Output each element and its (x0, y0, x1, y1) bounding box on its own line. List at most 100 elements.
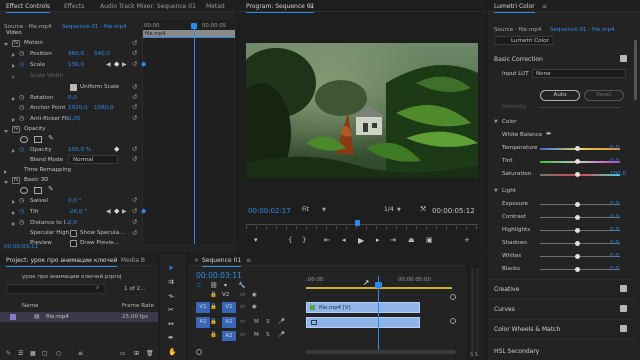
tint-knob[interactable] (575, 159, 580, 164)
tint-slider[interactable] (540, 161, 620, 163)
whites-value[interactable]: 0,0 (610, 253, 619, 259)
track-v2-label[interactable]: V2 (222, 292, 229, 298)
fx-badge-icon[interactable]: fx (12, 40, 20, 47)
opacity-value-expand-icon[interactable] (12, 149, 15, 153)
program-timecode[interactable]: 00:00:02:17 (248, 207, 291, 215)
pen-mask-icon[interactable]: ✎ (48, 185, 54, 193)
track-a1-label[interactable]: A1 (222, 317, 236, 328)
track-select-icon[interactable]: ⇉ (168, 278, 174, 286)
list-view-icon[interactable]: ☰ (18, 350, 23, 357)
lumetri-scrollbar[interactable] (634, 40, 637, 100)
reset-specular-icon[interactable]: ↺ (132, 229, 137, 237)
wrench-icon[interactable]: ⚒ (420, 205, 426, 213)
reset-tilt-icon[interactable]: ↺ (132, 207, 137, 215)
saturation-value[interactable]: 100,0 (610, 171, 626, 177)
saturation-knob[interactable] (575, 172, 580, 177)
time-remap-expand-icon[interactable] (4, 170, 7, 174)
ellipse-mask-icon[interactable] (20, 136, 28, 143)
blacks-slider[interactable] (540, 269, 620, 270)
stopwatch-icon[interactable]: ◷ (19, 197, 24, 204)
antiflicker-expand-icon[interactable] (12, 118, 15, 122)
opacity-expand-icon[interactable] (4, 130, 8, 133)
stopwatch-icon[interactable]: ◷ (19, 104, 24, 111)
temperature-knob[interactable] (575, 146, 580, 151)
lumetri-sequence-label[interactable]: Sequence 01 · file.mp4 (550, 27, 615, 33)
go-to-out-icon[interactable]: ⇥ (390, 236, 396, 244)
timeline-timecode[interactable]: 00:00:03:11 (196, 271, 242, 280)
program-scrub-bar[interactable] (246, 220, 478, 230)
reset-blend-icon[interactable]: ↺ (132, 155, 137, 163)
solo-icon[interactable]: S (266, 319, 270, 325)
col-fps-header[interactable]: Frame Rate (122, 303, 154, 309)
next-keyframe-icon[interactable]: ▶ (122, 208, 127, 215)
project-search-input[interactable] (6, 284, 106, 294)
ellipse-mask-icon[interactable] (20, 187, 28, 194)
stopwatch-icon[interactable]: ◷ (19, 115, 24, 122)
tab-program[interactable]: Program: Sequence 01 (246, 3, 315, 13)
eyedropper-icon[interactable]: ✒ (546, 130, 552, 138)
linked-selection-icon[interactable]: ⛓ (210, 282, 218, 289)
basic-correction-toggle[interactable] (620, 55, 627, 62)
swivel-value[interactable]: 0,0 ° (68, 198, 81, 207)
creative-toggle[interactable] (620, 285, 627, 292)
fit-dropdown[interactable]: Fit ▼ (302, 206, 332, 215)
distance-expand-icon[interactable] (12, 222, 15, 226)
shadows-slider[interactable] (540, 243, 620, 244)
mark-in-icon[interactable]: { (288, 236, 292, 244)
whites-knob[interactable] (575, 254, 580, 259)
timeline-v-scrollbar[interactable] (450, 294, 456, 300)
creative-section[interactable]: Creative (488, 279, 634, 299)
sync-lock-icon[interactable]: ▭ (240, 292, 245, 298)
program-video-frame[interactable] (246, 43, 478, 178)
whites-slider[interactable] (540, 256, 620, 257)
tab-audio-track-mixer[interactable]: Audio Track Mixer: Sequence 01 (100, 3, 196, 10)
rect-mask-icon[interactable] (34, 187, 42, 194)
position-y-value[interactable]: 540,0 (94, 51, 110, 60)
auto-button[interactable]: Auto (540, 90, 580, 101)
add-keyframe-icon[interactable]: ◆ (114, 145, 119, 153)
shadows-knob[interactable] (575, 241, 580, 246)
track-lock-icon[interactable]: 🔒 (210, 304, 217, 310)
tab-media-browser[interactable]: Media B (121, 257, 145, 264)
new-item-icon[interactable]: ⊞ (134, 350, 139, 357)
color-wheels-toggle[interactable] (620, 325, 627, 332)
swivel-expand-icon[interactable] (12, 200, 15, 204)
resolution-dropdown[interactable]: 1/4 ▼ (384, 206, 406, 215)
reset-antiflicker-icon[interactable]: ↺ (132, 114, 137, 122)
sequence-menu-icon[interactable]: ≡ (246, 257, 251, 264)
distance-value[interactable]: 0,0 (68, 220, 77, 229)
eye-icon[interactable]: ◉ (252, 304, 257, 310)
timeline-settings-icon[interactable]: 🔧 (238, 282, 245, 289)
track-v1-label[interactable]: V1 (222, 302, 236, 313)
blacks-value[interactable]: 0,0 (610, 266, 619, 272)
uniform-scale-checkbox[interactable] (70, 84, 77, 91)
basic3d-expand-icon[interactable] (4, 181, 8, 184)
light-expand-icon[interactable]: ▼ (494, 188, 498, 194)
blend-mode-select[interactable]: Normal (68, 155, 118, 164)
color-wheels-section[interactable]: Color Wheels & Match (488, 319, 634, 339)
fx-badge-icon[interactable]: fx (12, 126, 20, 133)
add-marker-icon[interactable]: ▾ (254, 236, 258, 244)
stopwatch-icon[interactable]: ◷ (19, 219, 24, 226)
tab-lumetri-color[interactable]: Lumetri Color (494, 3, 535, 13)
tab-project[interactable]: Project: урок про анимации ключей (6, 257, 118, 267)
highlights-knob[interactable] (575, 228, 580, 233)
prev-keyframe-icon[interactable]: ◀ (106, 61, 111, 68)
stopwatch-active-icon[interactable]: ◷ (19, 208, 24, 215)
audio-clip[interactable] (306, 317, 420, 328)
stopwatch-icon[interactable]: ◷ (19, 50, 24, 57)
freeform-view-icon[interactable]: ▢ (42, 350, 48, 357)
eye-icon[interactable]: ◉ (252, 292, 257, 298)
reset-scale-icon[interactable]: ↺ (132, 60, 137, 68)
next-keyframe-icon[interactable]: ▶ (122, 61, 127, 68)
reset-anchor-icon[interactable]: ↺ (132, 103, 137, 111)
snap-icon[interactable]: ⊃ (196, 282, 201, 289)
fx-badge-icon[interactable]: fx (12, 177, 20, 184)
reset-rotation-icon[interactable]: ↺ (132, 93, 137, 101)
anchor-y-value[interactable]: 1080,0 (94, 105, 114, 114)
saturation-slider[interactable] (540, 174, 620, 176)
effect-select[interactable]: Lumetri Color (494, 36, 554, 45)
razor-tool-icon[interactable]: ✂ (168, 306, 174, 314)
ripple-edit-icon[interactable]: ⟛ (168, 292, 174, 301)
reset-motion-icon[interactable]: ↺ (132, 39, 137, 47)
